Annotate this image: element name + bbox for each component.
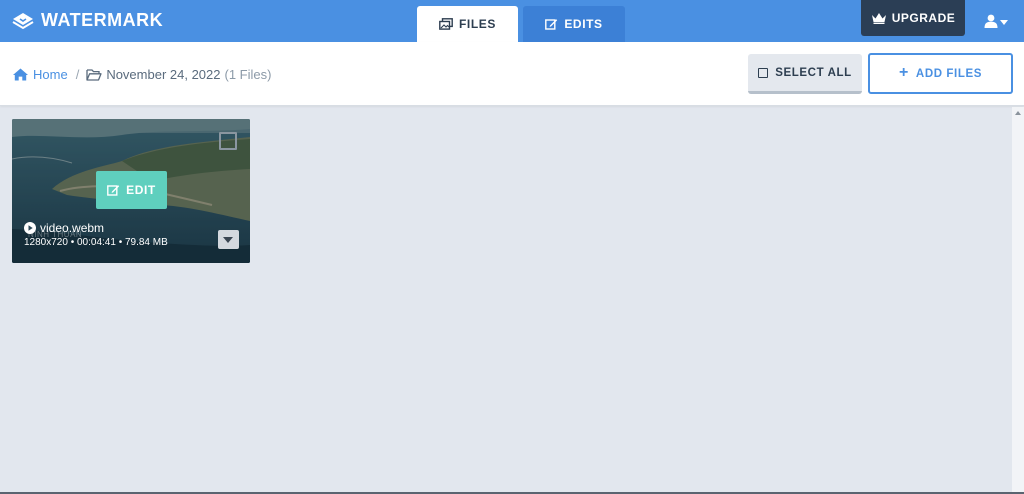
breadcrumb-home-label: Home [33, 67, 68, 82]
vertical-scrollbar[interactable] [1012, 107, 1024, 494]
file-count: (1 Files) [224, 67, 272, 82]
play-circle-icon [24, 222, 36, 234]
breadcrumb: Home / November 24, 2022 (1 Files) [13, 67, 271, 82]
file-name: video.webm [24, 221, 104, 235]
file-name-label: video.webm [40, 221, 105, 235]
edit-button[interactable]: EDIT [96, 171, 167, 209]
logo-text: WATERMARK [41, 10, 164, 30]
file-menu-dropdown[interactable] [218, 230, 239, 249]
home-icon [13, 68, 28, 81]
toolbar: Home / November 24, 2022 (1 Files) SELEC… [0, 42, 1024, 106]
breadcrumb-folder-label: November 24, 2022 [106, 67, 221, 82]
edit-icon [107, 185, 120, 196]
edit-label: EDIT [126, 183, 156, 197]
file-meta: 1280x720 • 00:04:41 • 79.84 MB [24, 237, 168, 248]
crown-icon [871, 13, 886, 24]
tab-edits-label: EDITS [564, 17, 603, 31]
breadcrumb-separator: / [75, 67, 80, 82]
top-navbar: WATERMARK FILES EDITS UPGRADE [0, 0, 1024, 42]
scroll-up-icon[interactable] [1015, 111, 1021, 115]
logo-icon [12, 12, 34, 29]
images-icon [439, 18, 453, 30]
edit-icon [545, 19, 558, 30]
add-files-label: ADD FILES [915, 67, 983, 80]
caret-down-icon [1000, 20, 1008, 25]
user-menu[interactable] [984, 14, 1008, 28]
folder-open-icon [86, 68, 102, 81]
breadcrumb-folder: November 24, 2022 (1 Files) [86, 67, 271, 82]
tab-files-label: FILES [458, 17, 496, 31]
file-select-checkbox[interactable] [219, 132, 237, 150]
tab-edits[interactable]: EDITS [523, 6, 625, 42]
upgrade-button[interactable]: UPGRADE [861, 0, 965, 36]
app-logo[interactable]: WATERMARK [12, 10, 163, 31]
upgrade-label: UPGRADE [891, 11, 956, 25]
select-all-label: SELECT ALL [775, 66, 852, 79]
breadcrumb-home[interactable]: Home [13, 67, 68, 82]
tab-files[interactable]: FILES [417, 6, 518, 42]
file-card[interactable]: EDIT NINH THUAN video.webm 1280x720 • 00… [12, 119, 250, 263]
checkbox-icon [758, 67, 769, 78]
select-all-button[interactable]: SELECT ALL [748, 54, 862, 94]
user-icon [984, 14, 998, 28]
add-files-button[interactable]: + ADD FILES [868, 53, 1013, 94]
plus-icon: + [898, 63, 909, 81]
